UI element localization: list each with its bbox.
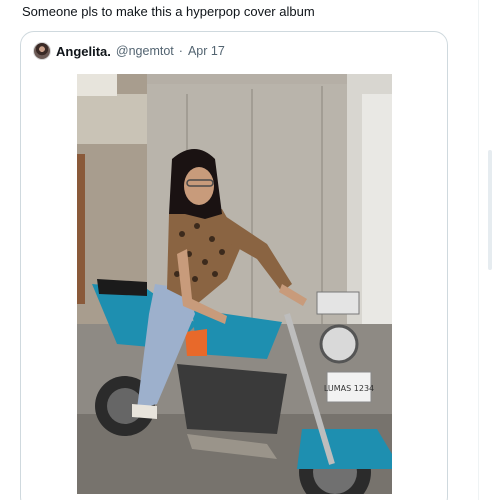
tweet-date[interactable]: Apr 17	[188, 44, 225, 58]
license-plate-text: LUMAS 1234	[324, 384, 374, 393]
display-name[interactable]: Angelita.	[56, 44, 111, 59]
user-handle[interactable]: @ngemtot	[116, 44, 174, 58]
page-scrollbar[interactable]	[478, 0, 500, 500]
tweet-text: Someone pls to make this a hyperpop cove…	[22, 4, 315, 19]
quoted-tweet-card[interactable]: Angelita. @ngemtot · Apr 17 LUMAS 1234	[20, 31, 448, 500]
motorcycle-photo: LUMAS 1234	[77, 74, 392, 494]
quoted-tweet-header: Angelita. @ngemtot · Apr 17	[33, 41, 225, 61]
separator-dot: ·	[178, 44, 183, 58]
tweet-photo[interactable]: LUMAS 1234	[77, 74, 392, 494]
avatar[interactable]	[33, 42, 51, 60]
scrollbar-thumb[interactable]	[488, 150, 492, 270]
